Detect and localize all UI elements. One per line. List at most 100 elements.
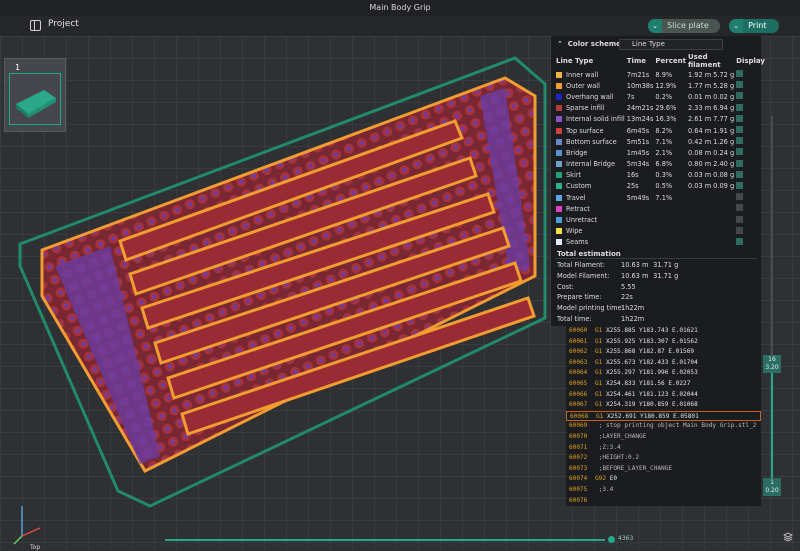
line-color-swatch: [556, 149, 562, 156]
color-scheme-legend: ⌃ Color scheme Line Type Line Type Time …: [551, 36, 765, 326]
gcode-line[interactable]: 60065 G1 X254.833 Y181.56 E.0227: [566, 379, 761, 390]
display-checkbox[interactable]: [736, 170, 744, 178]
gcode-line[interactable]: 60075 ;3.4: [566, 485, 761, 496]
gcode-line[interactable]: 60062 G1 X255.868 Y182.87 E.01569: [566, 347, 761, 358]
display-checkbox[interactable]: [736, 81, 744, 89]
line-type-cell: Seams: [555, 237, 626, 248]
print-button[interactable]: ⌄ Print: [729, 19, 779, 33]
gcode-line[interactable]: 60071 ;Z:3.4: [566, 443, 761, 454]
line-time: [626, 237, 655, 248]
project-icon[interactable]: [30, 20, 41, 31]
line-meters: [687, 237, 712, 248]
gcode-line-number: 60062: [569, 348, 588, 356]
gcode-viewer[interactable]: 60060 G1 X255.885 Y183.743 E.01621 60061 G1…: [566, 326, 761, 506]
legend-title: Color scheme: [567, 40, 621, 48]
line-grams: 5.72 g: [713, 70, 735, 79]
total-row: Cost: 5.55: [557, 283, 678, 294]
layer-slider-bottom-handle[interactable]: 1 0.20: [763, 478, 781, 496]
display-checkbox[interactable]: [736, 237, 744, 245]
col-line-type: Line Type: [556, 57, 594, 65]
gcode-line[interactable]: 60061 G1 X255.925 Y183.307 E.01562: [566, 337, 761, 348]
line-type-row: Bottom surface 5m51s 7.1% 0.42 m 1.26 g: [555, 136, 766, 147]
gcode-line[interactable]: 60064 G1 X255.297 Y181.996 E.02053: [566, 368, 761, 379]
line-meters: 0.08 m: [687, 148, 712, 157]
line-type-name: Top surface: [566, 126, 604, 135]
line-type-row: Seams: [555, 237, 766, 248]
plate-preview-image: [16, 90, 56, 118]
display-toggle-cell: [735, 170, 766, 181]
collapse-up-icon[interactable]: ⌃: [557, 40, 563, 48]
gcode-line[interactable]: 60067 G1 X254.319 Y180.859 E.01068: [566, 400, 761, 411]
chevron-down-icon[interactable]: ⌄: [729, 19, 743, 33]
display-toggle-cell: [735, 69, 766, 80]
display-checkbox[interactable]: [736, 226, 744, 234]
move-slider-track[interactable]: [165, 539, 605, 541]
total-value: 22s: [621, 293, 633, 302]
gcode-args: ;HEIGHT:0.2: [598, 454, 640, 462]
line-percent: [654, 214, 687, 225]
plate-thumbnail[interactable]: 1: [4, 58, 66, 132]
total-value-2: 31.71 g: [653, 261, 679, 269]
gcode-line-number: 60060: [569, 327, 588, 334]
line-time: 7m21s: [626, 70, 650, 79]
line-time: 7s: [626, 92, 635, 101]
line-type-row: Travel 5m49s 7.1%: [555, 192, 766, 203]
display-checkbox[interactable]: [736, 193, 744, 201]
line-time: 5m34s: [626, 160, 650, 169]
color-scheme-select[interactable]: Line Type: [619, 39, 723, 50]
line-percent: [654, 226, 687, 237]
gcode-line[interactable]: 60063 G1 X255.673 Y182.433 E.01704: [566, 358, 761, 369]
gcode-args: ;LAYER_CHANGE: [598, 432, 647, 440]
line-type-cell: Skirt: [555, 170, 626, 181]
display-toggle-cell: [735, 80, 766, 91]
gcode-line-number: 60069: [569, 422, 588, 430]
display-checkbox[interactable]: [736, 114, 744, 122]
line-grams: 0.24 g: [713, 148, 735, 157]
gcode-line[interactable]: 60070 ;LAYER_CHANGE: [566, 432, 761, 443]
display-checkbox[interactable]: [736, 126, 744, 134]
total-row: Model Filament: 10.63 m 31.71 g: [557, 272, 678, 283]
line-color-swatch: [556, 82, 562, 89]
line-color-swatch: [556, 127, 562, 134]
total-label: Model Filament:: [557, 271, 610, 280]
gcode-line-number: 60073: [569, 464, 588, 472]
bottom-layer-number: 1: [770, 479, 774, 486]
gcode-line[interactable]: 60069 ; stop printing object Main Body G…: [566, 421, 761, 432]
display-checkbox[interactable]: [736, 103, 744, 111]
display-checkbox[interactable]: [736, 215, 744, 223]
scheme-value: Line Type: [632, 40, 665, 48]
line-percent: 0.2%: [655, 92, 673, 101]
chevron-down-icon[interactable]: ⌄: [648, 19, 662, 33]
line-type-row: Skirt 16s 0.3% 0.03 m 0.08 g: [555, 170, 766, 181]
project-tab[interactable]: Project: [48, 19, 79, 29]
display-checkbox[interactable]: [736, 137, 744, 145]
gcode-command: G1: [595, 348, 603, 356]
display-checkbox[interactable]: [736, 181, 744, 189]
gcode-line[interactable]: 60072 ;HEIGHT:0.2: [566, 453, 761, 464]
gcode-command: G1: [595, 358, 603, 366]
display-checkbox[interactable]: [736, 204, 744, 212]
display-checkbox[interactable]: [736, 70, 744, 78]
line-meters: 2.61 m: [687, 115, 712, 124]
display-checkbox[interactable]: [736, 159, 744, 167]
window-title: Main Body Grip: [0, 0, 800, 16]
plate-selection-frame: [9, 73, 61, 125]
total-row: Total Filament: 10.63 m 31.71 g: [557, 261, 678, 272]
line-grams: 5.28 g: [713, 81, 735, 90]
gcode-line[interactable]: 60066 G1 X254.461 Y181.123 E.02044: [566, 390, 761, 401]
slice-plate-label: Slice plate: [667, 21, 709, 30]
gcode-line[interactable]: 60076: [566, 496, 761, 507]
gcode-command: G1: [595, 401, 603, 409]
layer-slider-top-handle[interactable]: 16 3.20: [763, 355, 781, 373]
gcode-line[interactable]: 60073 ;BEFORE_LAYER_CHANGE: [566, 464, 761, 475]
gcode-line[interactable]: 60060 G1 X255.885 Y183.743 E.01621: [566, 326, 761, 337]
col-percent: Percent: [655, 57, 686, 65]
gcode-line[interactable]: 60068 G1 X252.691 Y180.859 E.05801: [566, 410, 761, 422]
gcode-line[interactable]: 60074 G92 E0: [566, 474, 761, 485]
layers-icon[interactable]: [783, 532, 793, 542]
line-time: 1m45s: [626, 148, 650, 157]
display-checkbox[interactable]: [736, 92, 744, 100]
move-slider-handle[interactable]: [608, 536, 615, 543]
slice-plate-button[interactable]: ⌄ Slice plate: [648, 19, 720, 33]
display-checkbox[interactable]: [736, 148, 744, 156]
